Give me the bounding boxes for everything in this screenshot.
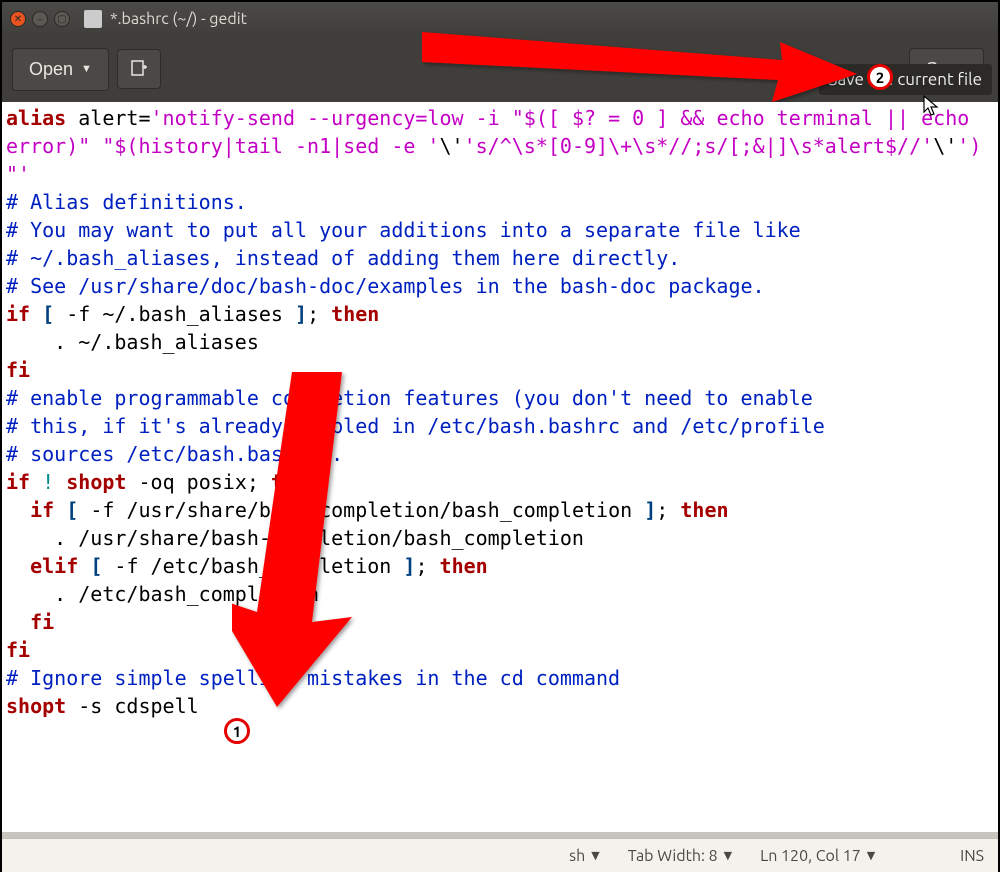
chevron-down-icon: ▼: [724, 849, 732, 862]
syntax-label: sh: [569, 847, 585, 865]
insert-mode-label: INS: [960, 847, 984, 865]
cursor-position-label: Ln 120, Col 17: [760, 847, 861, 865]
insert-mode[interactable]: INS: [946, 847, 998, 865]
tab-width-selector[interactable]: Tab Width: 8 ▼: [614, 847, 746, 865]
tab-width-label: Tab Width: 8: [628, 847, 718, 865]
open-button-label: Open: [29, 59, 73, 80]
syntax-selector[interactable]: sh ▼: [555, 847, 614, 865]
text-editor-area[interactable]: alias alert='notify-send --urgency=low -…: [2, 102, 998, 832]
cursor-position[interactable]: Ln 120, Col 17 ▼: [746, 847, 946, 865]
chevron-down-icon: ▼: [81, 63, 92, 75]
app-icon: [84, 10, 102, 28]
new-tab-button[interactable]: [117, 49, 161, 89]
window-close-button[interactable]: ✕: [10, 11, 26, 27]
window-controls: ✕ – ▢: [10, 11, 70, 27]
window-maximize-button[interactable]: ▢: [54, 11, 70, 27]
mouse-cursor-icon: [922, 94, 942, 118]
annotation-arrow-2: [422, 12, 862, 102]
annotation-arrow-1: [232, 372, 392, 712]
statusbar: sh ▼ Tab Width: 8 ▼ Ln 120, Col 17 ▼ INS: [2, 838, 998, 872]
open-button[interactable]: Open ▼: [12, 48, 109, 91]
window-minimize-button[interactable]: –: [32, 11, 48, 27]
annotation-badge-2: 2: [867, 64, 893, 90]
window-title: *.bashrc (~/) - gedit: [110, 10, 247, 28]
annotation-badge-1: 1: [224, 718, 250, 744]
chevron-down-icon: ▼: [591, 849, 599, 862]
new-document-icon: [130, 60, 148, 78]
chevron-down-icon: ▼: [867, 849, 875, 862]
